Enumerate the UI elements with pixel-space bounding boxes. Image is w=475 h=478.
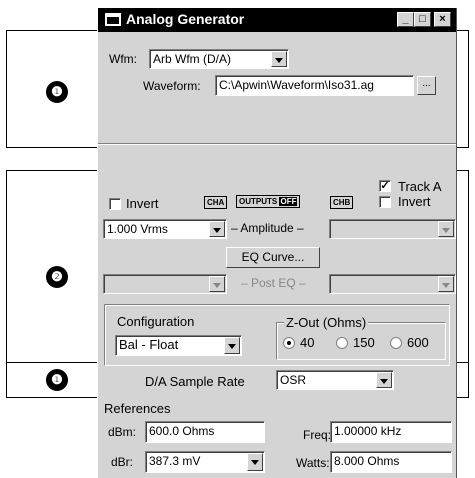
callout-number-1: ❶	[46, 81, 68, 103]
minimize-button[interactable]: _	[397, 12, 414, 27]
window-icon	[105, 13, 121, 26]
configuration-label: Configuration	[117, 314, 195, 329]
chb-badge: CHB	[330, 196, 354, 209]
eq-curve-label: EQ Curve...	[241, 250, 305, 264]
references-title: References	[104, 401, 171, 416]
waveform-file-value: C:\Apwin\Waveform\Iso31.ag	[219, 78, 374, 92]
watts-label: Watts:	[296, 456, 330, 470]
chevron-down-icon[interactable]	[271, 51, 287, 67]
window-title: Analog Generator	[126, 11, 245, 27]
eq-curve-button[interactable]: EQ Curve...	[226, 247, 320, 268]
watts-field[interactable]: 8.000 Ohms	[330, 451, 452, 473]
outputs-toggle[interactable]: OUTPUTS OFF	[236, 195, 301, 208]
watts-value: 8.000 Ohms	[334, 454, 400, 468]
dbm-field[interactable]: 600.0 Ohms	[145, 421, 265, 443]
zout-option-150: 150	[353, 335, 375, 350]
title-bar[interactable]: Analog Generator _ □ ×	[98, 8, 456, 32]
freq-field[interactable]: 1.00000 kHz	[330, 421, 452, 443]
chevron-down-icon[interactable]	[438, 221, 454, 237]
track-a-label: Track A	[398, 179, 442, 194]
dbm-value: 600.0 Ohms	[149, 424, 215, 438]
zout-label: Z-Out (Ohms)	[284, 315, 369, 330]
chevron-down-icon[interactable]	[438, 276, 454, 292]
chb-label: CHB	[333, 198, 351, 207]
configuration-select[interactable]: Bal - Float	[115, 335, 242, 356]
section-separator	[98, 143, 456, 145]
chevron-down-icon[interactable]	[247, 453, 263, 471]
cha-label: CHA	[207, 198, 225, 207]
wfm-label: Wfm:	[109, 52, 137, 66]
amplitude-value: 1.000 Vrms	[107, 222, 168, 236]
track-a-checkbox[interactable]: ✓	[379, 180, 391, 192]
cha-badge: CHA	[204, 196, 228, 209]
post-eq-field-chb[interactable]	[329, 274, 456, 294]
zout-option-600: 600	[407, 335, 429, 350]
waveform-label: Waveform:	[143, 79, 201, 93]
close-button[interactable]: ×	[434, 12, 451, 27]
chevron-down-icon[interactable]	[209, 276, 225, 292]
zout-option-40: 40	[300, 335, 315, 350]
callout-number-2: ❷	[46, 266, 68, 288]
outputs-state: OFF	[279, 197, 298, 206]
dbr-field[interactable]: 387.3 mV	[145, 451, 265, 473]
maximize-button[interactable]: □	[414, 12, 431, 27]
chevron-down-icon[interactable]	[209, 221, 225, 237]
wfm-select-value: Arb Wfm (D/A)	[153, 52, 231, 66]
callout-number-1-sample-rate: ❶	[46, 369, 68, 391]
ellipsis-icon: ...	[422, 78, 431, 89]
dbm-label: dBm:	[108, 425, 137, 439]
wfm-select[interactable]: Arb Wfm (D/A)	[149, 49, 289, 69]
post-eq-field-cha[interactable]	[103, 274, 227, 294]
zout-radio-40[interactable]	[283, 337, 295, 349]
zout-radio-600[interactable]	[390, 337, 402, 349]
post-eq-label: – Post EQ –	[241, 276, 306, 290]
waveform-file-field[interactable]: C:\Apwin\Waveform\Iso31.ag	[215, 75, 414, 96]
amplitude-field[interactable]: 1.000 Vrms	[103, 219, 227, 239]
amplitude-field-chb[interactable]	[329, 219, 456, 239]
chevron-down-icon[interactable]	[376, 372, 392, 388]
freq-value: 1.00000 kHz	[334, 424, 402, 438]
chevron-down-icon[interactable]	[224, 337, 240, 354]
invert-label-cha: Invert	[126, 196, 159, 211]
dbr-value: 387.3 mV	[149, 454, 201, 468]
invert-checkbox-cha[interactable]	[109, 198, 121, 210]
sample-rate-label: D/A Sample Rate	[145, 374, 245, 389]
amplitude-label: – Amplitude –	[231, 221, 304, 235]
analog-generator-window: Analog Generator _ □ × Wfm: Arb Wfm (D/A…	[97, 8, 457, 478]
browse-button[interactable]: ...	[417, 76, 436, 95]
configuration-value: Bal - Float	[119, 337, 179, 352]
freq-label: Freq:	[303, 428, 332, 442]
zout-radio-150[interactable]	[336, 337, 348, 349]
dbr-label: dBr:	[111, 455, 134, 469]
invert-label-chb: Invert	[398, 194, 431, 209]
sample-rate-value: OSR	[280, 373, 307, 387]
sample-rate-select[interactable]: OSR	[276, 370, 394, 390]
outputs-label: OUTPUTS	[239, 197, 278, 206]
invert-checkbox-chb[interactable]	[379, 196, 391, 208]
